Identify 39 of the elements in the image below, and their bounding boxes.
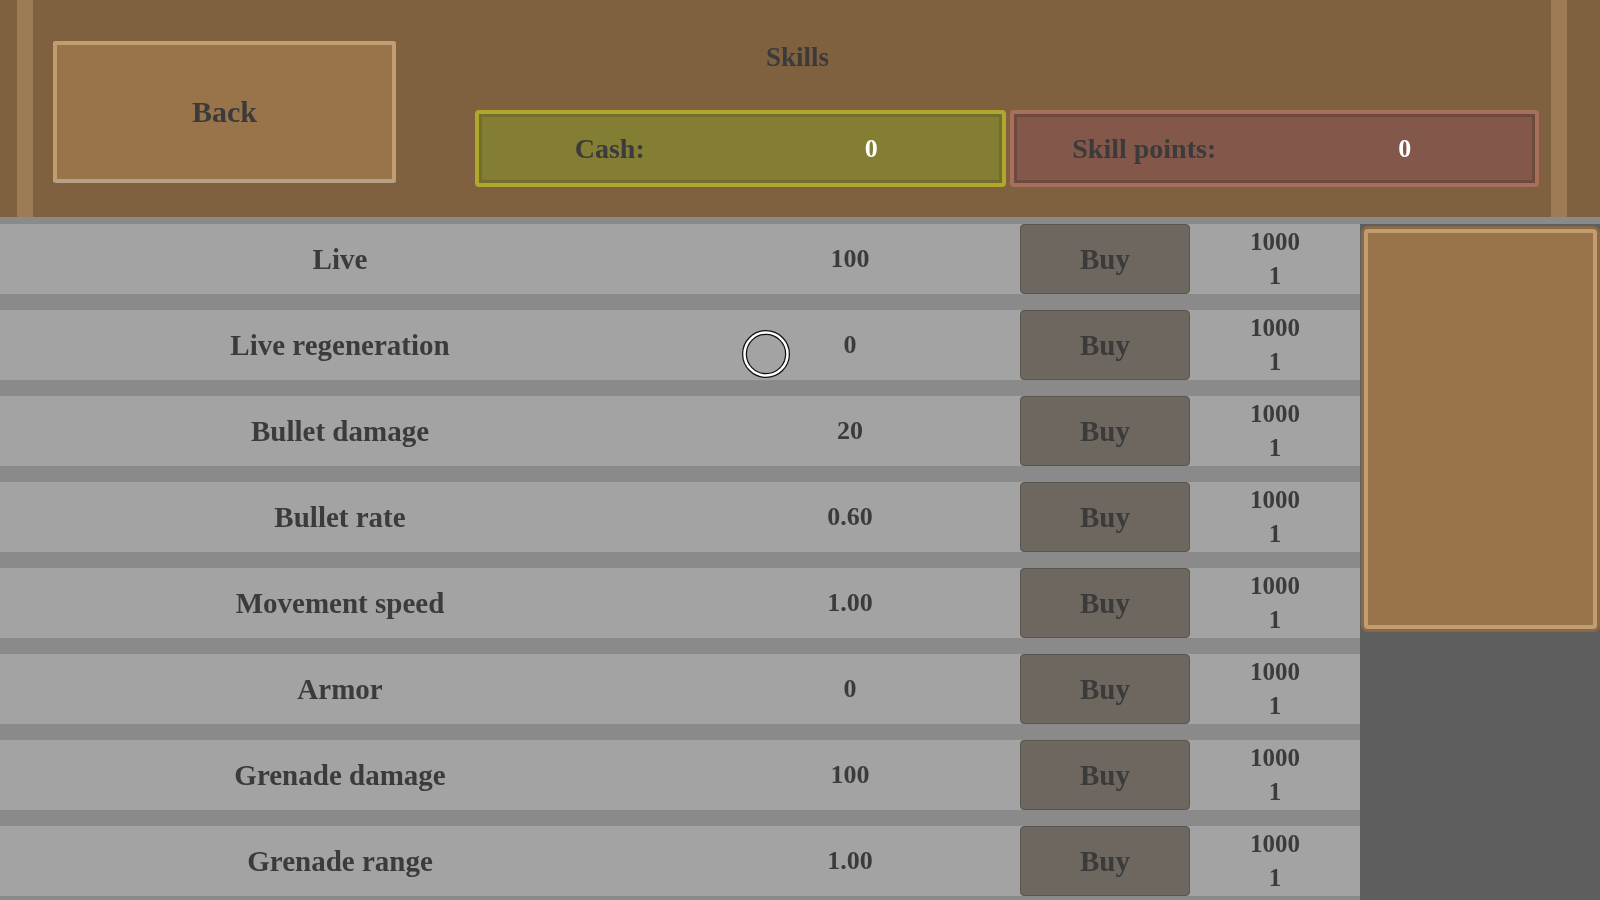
cursor-ring-icon bbox=[742, 330, 790, 378]
upper-number: 1000 bbox=[1250, 571, 1300, 601]
skill-name: Armor bbox=[297, 672, 383, 707]
lower-number: 1 bbox=[1268, 519, 1282, 549]
lower-number: 1 bbox=[1268, 261, 1282, 291]
upper-number: 1000 bbox=[1250, 227, 1300, 257]
lower-number: 1 bbox=[1268, 433, 1282, 463]
skill-points-value: 0 bbox=[1398, 132, 1412, 165]
skill-value: 0.60 bbox=[827, 501, 873, 533]
skill-value: 1.00 bbox=[827, 845, 873, 877]
skill-name: Bullet damage bbox=[251, 414, 429, 449]
cash-value: 0 bbox=[864, 132, 878, 165]
skill-name: Live regeneration bbox=[230, 328, 450, 363]
lower-number: 1 bbox=[1268, 777, 1282, 807]
skill-name: Grenade damage bbox=[234, 758, 446, 793]
skill-value: 20 bbox=[837, 415, 863, 447]
skill-name: Movement speed bbox=[235, 586, 445, 621]
upper-number: 1000 bbox=[1250, 485, 1300, 515]
cash-label: Cash: bbox=[574, 131, 645, 166]
upper-number: 1000 bbox=[1250, 313, 1300, 343]
upper-number: 1000 bbox=[1250, 829, 1300, 859]
upper-number: 1000 bbox=[1250, 399, 1300, 429]
skill-value: 1.00 bbox=[827, 587, 873, 619]
skill-name: Grenade range bbox=[247, 844, 433, 879]
skill-value: 0 bbox=[843, 329, 857, 361]
skill-name: Live bbox=[312, 242, 368, 277]
lower-number: 1 bbox=[1268, 605, 1282, 635]
lower-number: 1 bbox=[1268, 863, 1282, 893]
skill-value: 0 bbox=[843, 673, 857, 705]
upper-number: 1000 bbox=[1250, 743, 1300, 773]
screen-title: Skills bbox=[766, 41, 830, 73]
back-button[interactable]: Back bbox=[53, 41, 396, 183]
upper-number: 1000 bbox=[1250, 657, 1300, 687]
lower-number: 1 bbox=[1268, 347, 1282, 377]
skill-points-label: Skill points: bbox=[1072, 131, 1217, 166]
lower-number: 1 bbox=[1268, 691, 1282, 721]
skill-value: 100 bbox=[830, 759, 870, 791]
skill-value: 100 bbox=[830, 243, 870, 275]
skill-name: Bullet rate bbox=[274, 500, 406, 535]
